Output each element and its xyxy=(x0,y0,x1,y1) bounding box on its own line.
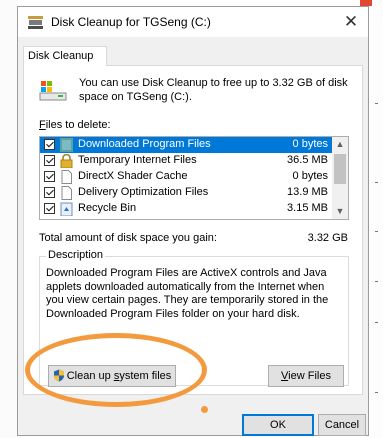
view-files-button[interactable]: View Files xyxy=(268,365,344,387)
disk-cleanup-app-icon xyxy=(28,16,43,29)
item-size: 0 bytes xyxy=(292,138,328,150)
file-icon xyxy=(61,186,72,200)
checkbox[interactable] xyxy=(44,139,55,150)
description-text: Downloaded Program Files are ActiveX con… xyxy=(46,267,329,320)
item-name: Recycle Bin xyxy=(78,202,137,214)
item-name: DirectX Shader Cache xyxy=(78,170,188,182)
total-space-value: 3.32 GB xyxy=(307,232,348,244)
item-size: 3.15 MB xyxy=(287,202,328,214)
scroll-down-icon[interactable]: ▼ xyxy=(332,204,348,219)
cleanup-label-pre: Clean up xyxy=(66,370,114,382)
list-item[interactable]: Delivery Optimization Files 13.9 MB xyxy=(40,185,332,201)
item-name: Delivery Optimization Files xyxy=(78,186,209,198)
checkbox[interactable] xyxy=(44,155,55,166)
scroll-up-icon[interactable]: ▲ xyxy=(332,137,348,152)
checkbox[interactable] xyxy=(44,171,55,182)
file-icon xyxy=(61,170,72,184)
list-scrollbar[interactable]: ▲ ▼ xyxy=(332,137,348,219)
item-name: Downloaded Program Files xyxy=(78,138,211,150)
intro-text: You can use Disk Cleanup to free up to 3… xyxy=(79,77,348,103)
files-to-delete-label: Files to delete: xyxy=(39,119,111,131)
uac-shield-icon xyxy=(53,369,64,382)
tab-disk-cleanup[interactable]: Disk Cleanup xyxy=(23,46,107,66)
view-label-rest: iew Files xyxy=(288,370,331,382)
tab-panel: You can use Disk Cleanup to free up to 3… xyxy=(23,65,363,395)
files-label-rest: iles to delete: xyxy=(45,119,111,131)
recycle-bin-icon xyxy=(60,202,73,216)
drive-icon xyxy=(39,81,67,101)
cancel-button[interactable]: Cancel xyxy=(318,414,366,436)
close-button[interactable]: ✕ xyxy=(340,11,362,33)
ok-button[interactable]: OK xyxy=(242,414,314,436)
checkbox[interactable] xyxy=(44,187,55,198)
cleanup-label-post: ystem files xyxy=(119,370,172,382)
item-size: 36.5 MB xyxy=(287,154,328,166)
list-item[interactable]: Downloaded Program Files 0 bytes xyxy=(40,137,332,153)
clean-up-system-files-button[interactable]: Clean up system files xyxy=(48,365,176,387)
lock-icon xyxy=(60,154,73,168)
list-item[interactable]: Recycle Bin 3.15 MB xyxy=(40,201,332,217)
item-name: Temporary Internet Files xyxy=(78,154,197,166)
disk-cleanup-dialog: Disk Cleanup for TGSeng (C:) ✕ Disk Clea… xyxy=(17,6,369,436)
title-bar: Disk Cleanup for TGSeng (C:) ✕ xyxy=(18,7,368,37)
item-size: 13.9 MB xyxy=(287,186,328,198)
background-document-right xyxy=(370,0,383,438)
files-label-accesskey: F xyxy=(39,119,46,131)
total-space-label: Total amount of disk space you gain: xyxy=(39,232,217,244)
item-size: 0 bytes xyxy=(292,170,328,182)
files-list[interactable]: Downloaded Program Files 0 bytes Tempora… xyxy=(39,136,349,220)
list-item[interactable]: Temporary Internet Files 36.5 MB xyxy=(40,153,332,169)
background-document xyxy=(0,0,18,438)
close-icon: ✕ xyxy=(343,12,359,31)
list-item[interactable]: DirectX Shader Cache 0 bytes xyxy=(40,169,332,185)
folder-icon xyxy=(60,138,73,152)
window-title: Disk Cleanup for TGSeng (C:) xyxy=(51,15,211,29)
annotation-dot xyxy=(201,406,208,413)
scroll-thumb[interactable] xyxy=(334,154,346,184)
checkbox[interactable] xyxy=(44,203,55,214)
description-title: Description xyxy=(46,249,106,261)
